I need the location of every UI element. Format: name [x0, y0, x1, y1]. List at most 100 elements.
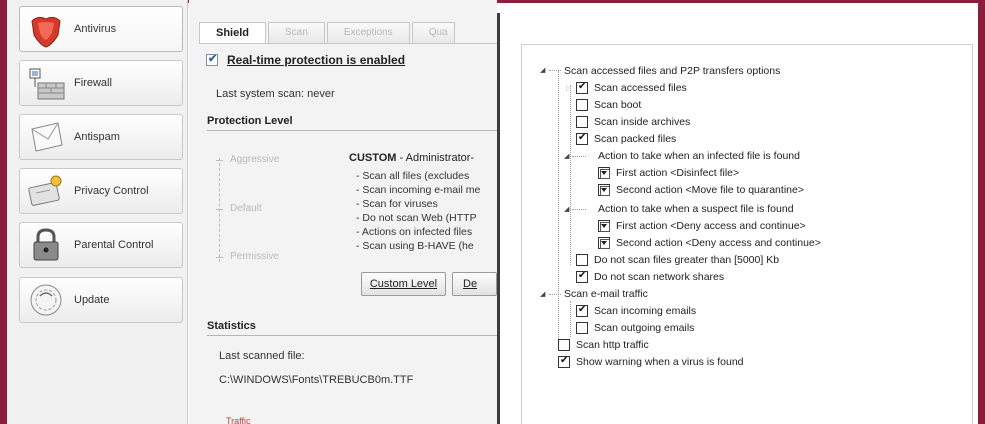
- node-size-limit[interactable]: Do not scan files greater than [5000] Kb: [576, 253, 779, 267]
- custom-level-name: CUSTOM: [349, 152, 397, 164]
- level-description-line: - Scan all files (excludes: [356, 170, 470, 182]
- statistics-heading: Statistics: [207, 320, 497, 336]
- node-incoming-emails[interactable]: Scan incoming emails: [576, 304, 696, 318]
- envelope-icon: [24, 117, 68, 157]
- node-label: Do not scan files greater than [5000] Kb: [594, 254, 780, 266]
- node-label: Scan incoming emails: [594, 305, 697, 317]
- tab-quarantine[interactable]: Qua: [411, 22, 455, 44]
- tree-connector: [558, 71, 559, 341]
- sidebar-item-label: Update: [74, 294, 110, 306]
- node-label: Action to take when a suspect file is fo…: [598, 203, 794, 215]
- node-outgoing-emails[interactable]: Scan outgoing emails: [576, 321, 694, 335]
- checkbox-checked[interactable]: [576, 270, 588, 283]
- custom-level-title: CUSTOM - Administrator-: [349, 152, 474, 164]
- node-network-shares[interactable]: Do not scan network shares: [576, 270, 724, 284]
- node-label: Scan boot: [594, 99, 642, 111]
- node-label: Scan inside archives: [594, 116, 691, 128]
- dropdown-icon[interactable]: [598, 167, 610, 179]
- tab-divider: [199, 43, 497, 44]
- node-infected-first-action[interactable]: First action <Disinfect file>: [598, 166, 739, 180]
- slider-tick: [216, 160, 223, 161]
- tree-connector: [549, 294, 561, 295]
- node-scan-packed[interactable]: Scan packed files: [576, 132, 676, 146]
- sidebar-item-antispam[interactable]: Antispam: [19, 114, 183, 160]
- collapse-toggle-icon[interactable]: ◢: [564, 152, 569, 160]
- collapse-toggle-icon[interactable]: ◢: [564, 205, 569, 213]
- dropdown-icon[interactable]: [598, 220, 610, 232]
- node-label: Scan outgoing emails: [594, 322, 695, 334]
- checkbox-checked[interactable]: [558, 355, 570, 368]
- node-suspect-first-action[interactable]: First action <Deny access and continue>: [598, 219, 806, 233]
- node-infected-second-action[interactable]: Second action <Move file to quarantine>: [598, 183, 804, 197]
- node-http-traffic[interactable]: Scan http traffic: [558, 338, 649, 352]
- tree-connector: [572, 156, 586, 157]
- sidebar-item-label: Parental Control: [74, 239, 154, 251]
- node-infected-action[interactable]: Action to take when an infected file is …: [598, 149, 800, 163]
- realtime-protection-checkbox[interactable]: [206, 52, 218, 66]
- tab-scan[interactable]: Scan: [268, 22, 325, 44]
- slider-tick: [216, 209, 223, 210]
- node-label: Scan e-mail traffic: [564, 288, 648, 300]
- checkbox-unchecked[interactable]: [576, 322, 588, 334]
- checkbox-unchecked[interactable]: [576, 254, 588, 266]
- checkbox-checked[interactable]: [576, 304, 588, 317]
- checkbox-unchecked[interactable]: [576, 116, 588, 128]
- level-default[interactable]: Default: [230, 203, 262, 214]
- node-scan-accessed-p2p[interactable]: Scan accessed files and P2P transfers op…: [564, 64, 780, 78]
- checkbox-checked[interactable]: [576, 81, 588, 94]
- level-permissive[interactable]: Permissive: [230, 251, 279, 262]
- sidebar-item-label: Firewall: [74, 77, 112, 89]
- level-description-line: - Do not scan Web (HTTP: [356, 212, 477, 224]
- firewall-icon: [24, 63, 68, 103]
- dropdown-icon[interactable]: [598, 237, 610, 249]
- node-scan-archives[interactable]: Scan inside archives: [576, 115, 690, 129]
- node-label: Do not scan network shares: [594, 271, 725, 283]
- window-frame-right: [978, 0, 985, 424]
- node-label: Scan accessed files: [594, 82, 687, 94]
- dropdown-icon[interactable]: [598, 184, 610, 196]
- tab-shield[interactable]: Shield: [199, 22, 267, 44]
- sidebar-item-label: Antivirus: [74, 23, 117, 35]
- tab-bar: Shield Scan Exceptions Qua: [199, 22, 457, 44]
- last-scanned-value: C:\WINDOWS\Fonts\TREBUCB0m.TTF: [219, 374, 414, 386]
- realtime-protection-toggle[interactable]: Real-time protection is enabled: [206, 52, 405, 67]
- tree-connector: [570, 85, 571, 265]
- node-scan-boot[interactable]: Scan boot: [576, 98, 641, 112]
- sidebar-item-update[interactable]: Update: [19, 277, 183, 323]
- collapse-toggle-icon[interactable]: ◢: [540, 290, 545, 298]
- node-suspect-second-action[interactable]: Second action <Deny access and continue>: [598, 236, 821, 250]
- window-frame-left: [0, 0, 7, 424]
- node-scan-accessed-files[interactable]: Scan accessed files: [576, 81, 687, 95]
- node-label: First action <Disinfect file>: [616, 167, 740, 179]
- protection-level-slider[interactable]: Aggressive Default Permissive: [216, 150, 346, 270]
- custom-level-owner: - Administrator-: [396, 152, 475, 164]
- node-label: Scan http traffic: [576, 339, 649, 351]
- checkbox-unchecked[interactable]: [576, 99, 588, 111]
- checkbox-unchecked[interactable]: [558, 339, 570, 351]
- custom-level-button[interactable]: Custom Level: [361, 272, 446, 296]
- default-level-button[interactable]: De: [452, 272, 497, 296]
- level-aggressive[interactable]: Aggressive: [230, 154, 279, 165]
- tree-connector: [572, 209, 586, 210]
- node-show-warning[interactable]: Show warning when a virus is found: [558, 355, 744, 369]
- last-scanned-label: Last scanned file:: [219, 350, 305, 362]
- checkbox-checked[interactable]: [576, 132, 588, 145]
- level-description-line: - Scan incoming e-mail me: [356, 184, 481, 196]
- expand-toggle-icon[interactable]: ▷: [566, 84, 571, 92]
- shield-options-panel: ◢ Scan accessed files and P2P transfers …: [497, 13, 975, 424]
- node-label: Scan packed files: [594, 133, 677, 145]
- node-email-traffic[interactable]: Scan e-mail traffic: [564, 287, 648, 301]
- collapse-toggle-icon[interactable]: ◢: [540, 66, 545, 74]
- node-suspect-action[interactable]: Action to take when a suspect file is fo…: [598, 202, 794, 216]
- level-description-line: - Actions on infected files: [356, 226, 473, 238]
- sidebar-item-privacy-control[interactable]: Privacy Control: [19, 168, 183, 214]
- sidebar-item-antivirus[interactable]: Antivirus: [19, 6, 183, 52]
- node-label: Show warning when a virus is found: [576, 356, 744, 368]
- node-label: Second action <Deny access and continue>: [616, 237, 821, 249]
- node-label: Second action <Move file to quarantine>: [616, 184, 804, 196]
- sidebar-item-parental-control[interactable]: Parental Control: [19, 222, 183, 268]
- sidebar-item-firewall[interactable]: Firewall: [19, 60, 183, 106]
- tab-exceptions[interactable]: Exceptions: [326, 22, 410, 44]
- sidebar-item-label: Privacy Control: [74, 185, 149, 197]
- slider-track: [219, 158, 220, 262]
